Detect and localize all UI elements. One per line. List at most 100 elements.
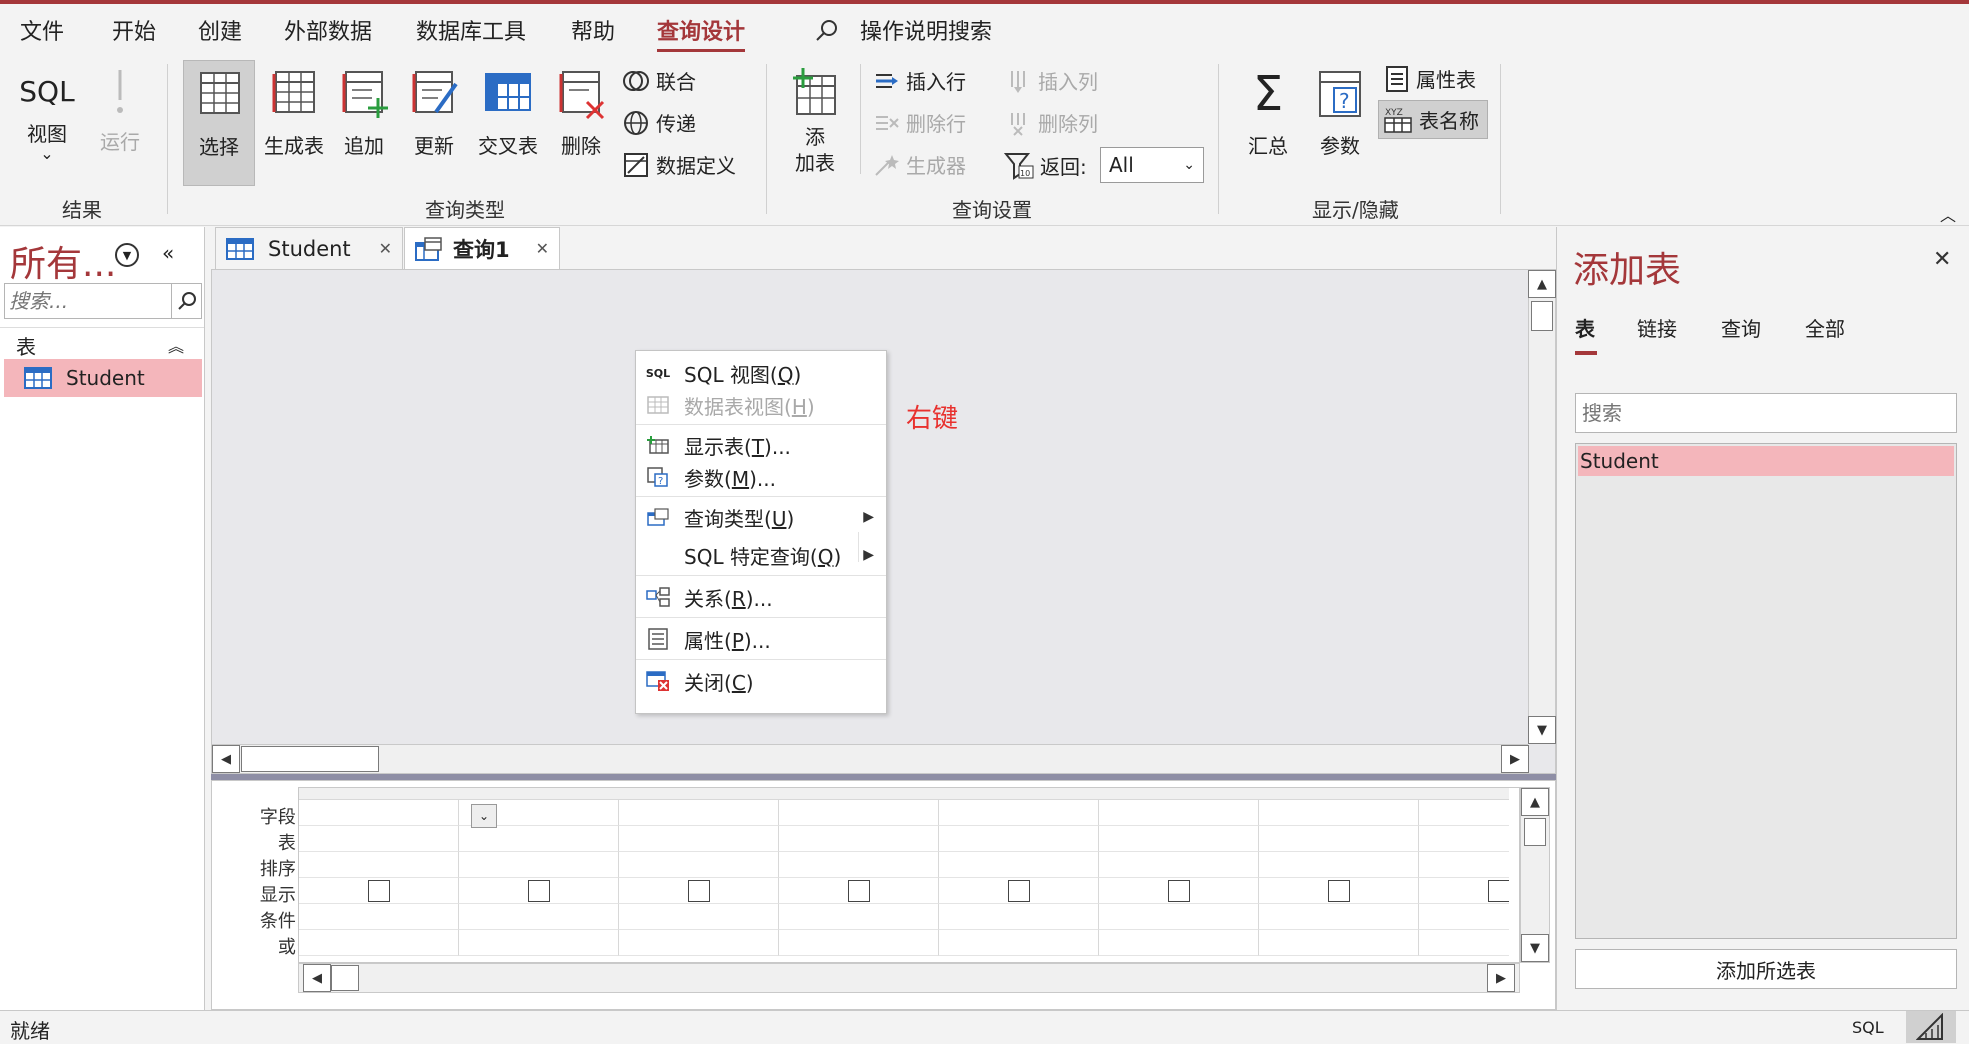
delete-column-button[interactable]: 删除列 bbox=[1004, 108, 1098, 137]
crosstab-button[interactable]: 交叉表 bbox=[472, 68, 544, 159]
scroll-down-icon[interactable]: ▼ bbox=[1528, 716, 1556, 744]
menu-item-parameters[interactable]: ? 参数(M)... bbox=[636, 461, 886, 493]
doc-tab-query1[interactable]: 查询1 ✕ bbox=[404, 227, 560, 269]
grid-vertical-scrollbar[interactable]: ▲ ▼ bbox=[1520, 787, 1550, 963]
data-definition-button[interactable]: 数据定义 bbox=[622, 150, 736, 179]
nav-item-student[interactable]: Student bbox=[4, 359, 202, 397]
grid-cell[interactable] bbox=[299, 878, 459, 904]
show-checkbox[interactable] bbox=[1488, 880, 1510, 902]
grid-cell[interactable] bbox=[1419, 878, 1519, 904]
grid-cell[interactable] bbox=[1099, 800, 1259, 826]
select-query-button[interactable]: 选择 bbox=[183, 60, 255, 186]
totals-button[interactable]: Σ 汇总 bbox=[1236, 68, 1300, 159]
grid-cell[interactable] bbox=[299, 930, 459, 956]
run-button[interactable]: 运行 bbox=[90, 68, 150, 155]
shutter-bar-close-icon[interactable]: « bbox=[162, 241, 174, 265]
grid-cell[interactable] bbox=[939, 930, 1099, 956]
grid-cell[interactable] bbox=[779, 852, 939, 878]
show-checkbox[interactable] bbox=[848, 880, 870, 902]
tab-query-design[interactable]: 查询设计 bbox=[657, 14, 746, 52]
grid-cell[interactable] bbox=[1259, 826, 1419, 852]
grid-cell[interactable] bbox=[459, 878, 619, 904]
update-button[interactable]: 更新 bbox=[404, 68, 464, 159]
scroll-thumb[interactable] bbox=[241, 746, 379, 772]
grid-cell[interactable] bbox=[1099, 904, 1259, 930]
scroll-right-icon[interactable]: ▶ bbox=[1501, 745, 1529, 773]
grid-cell[interactable] bbox=[619, 878, 779, 904]
add-table-search-input[interactable] bbox=[1575, 393, 1957, 433]
scroll-left-icon[interactable]: ◀ bbox=[212, 745, 240, 773]
grid-cell[interactable] bbox=[299, 800, 459, 826]
grid-horizontal-scrollbar[interactable]: ◀ ▶ bbox=[298, 963, 1520, 993]
grid-cell[interactable] bbox=[619, 904, 779, 930]
grid-cell[interactable] bbox=[779, 800, 939, 826]
add-selected-tables-button[interactable]: 添加所选表 bbox=[1575, 949, 1957, 989]
grid-cell[interactable] bbox=[939, 826, 1099, 852]
search-icon[interactable] bbox=[171, 284, 201, 318]
grid-cell[interactable] bbox=[459, 852, 619, 878]
builder-button[interactable]: 生成器 bbox=[872, 150, 966, 179]
grid-cell[interactable] bbox=[779, 930, 939, 956]
grid-cell[interactable] bbox=[299, 826, 459, 852]
grid-column-selectors[interactable] bbox=[299, 788, 1519, 800]
add-table-tab-queries[interactable]: 查询 bbox=[1721, 313, 1761, 342]
collapse-section-icon[interactable]: ︽ bbox=[168, 333, 184, 357]
scroll-up-icon[interactable]: ▲ bbox=[1528, 270, 1556, 298]
field-dropdown-icon[interactable]: ⌄ bbox=[471, 804, 497, 828]
return-select[interactable]: All ⌄ bbox=[1100, 147, 1204, 183]
menu-item-datasheet-view[interactable]: 数据表视图(H) bbox=[636, 389, 886, 421]
close-icon[interactable]: ✕ bbox=[379, 239, 392, 258]
grid-cell[interactable] bbox=[1259, 930, 1419, 956]
scroll-left-icon[interactable]: ◀ bbox=[303, 964, 331, 992]
make-table-button[interactable]: 生成表 bbox=[258, 68, 330, 159]
grid-cell[interactable] bbox=[939, 800, 1099, 826]
table-names-button[interactable]: XYZ 表名称 bbox=[1378, 100, 1488, 139]
grid-cell[interactable] bbox=[779, 826, 939, 852]
grid-cell[interactable] bbox=[459, 826, 619, 852]
grid-cell[interactable] bbox=[619, 800, 779, 826]
delete-query-button[interactable]: 删除 bbox=[551, 68, 611, 159]
show-checkbox[interactable] bbox=[688, 880, 710, 902]
design-grid[interactable]: ⌄ bbox=[298, 787, 1520, 963]
collapse-ribbon-icon[interactable]: ︿ bbox=[1940, 202, 1956, 226]
insert-column-button[interactable]: 插入列 bbox=[1004, 66, 1098, 95]
grid-cell[interactable] bbox=[619, 852, 779, 878]
show-checkbox[interactable] bbox=[1008, 880, 1030, 902]
add-table-tab-tables[interactable]: 表 bbox=[1575, 313, 1595, 342]
close-icon[interactable]: ✕ bbox=[1933, 247, 1951, 272]
menu-item-close[interactable]: 关闭(C) bbox=[636, 665, 886, 697]
grid-cell[interactable] bbox=[779, 904, 939, 930]
grid-cell[interactable] bbox=[939, 904, 1099, 930]
close-icon[interactable]: ✕ bbox=[536, 239, 549, 258]
tab-external-data[interactable]: 外部数据 bbox=[284, 14, 372, 46]
nav-menu-dropdown-icon[interactable]: ▼ bbox=[115, 243, 139, 267]
show-checkbox[interactable] bbox=[1328, 880, 1350, 902]
grid-cell[interactable] bbox=[1419, 930, 1519, 956]
passthrough-button[interactable]: 传递 bbox=[622, 108, 696, 137]
append-button[interactable]: 追加 bbox=[334, 68, 394, 159]
tab-create[interactable]: 创建 bbox=[198, 14, 242, 46]
design-view-button[interactable] bbox=[1906, 1011, 1956, 1043]
grid-cell[interactable] bbox=[1419, 826, 1519, 852]
tab-file[interactable]: 文件 bbox=[20, 14, 64, 46]
scroll-right-icon[interactable]: ▶ bbox=[1487, 964, 1515, 992]
tab-home[interactable]: 开始 bbox=[112, 14, 156, 46]
menu-item-sql-view[interactable]: SQL SQL 视图(Q) bbox=[636, 357, 886, 389]
scroll-thumb[interactable] bbox=[331, 965, 359, 991]
tab-help[interactable]: 帮助 bbox=[571, 14, 615, 46]
grid-cell[interactable] bbox=[1259, 852, 1419, 878]
grid-cell[interactable] bbox=[1099, 826, 1259, 852]
grid-cell[interactable] bbox=[1259, 878, 1419, 904]
tab-database-tools[interactable]: 数据库工具 bbox=[416, 14, 526, 46]
grid-cell[interactable] bbox=[779, 878, 939, 904]
scroll-up-icon[interactable]: ▲ bbox=[1521, 788, 1549, 816]
grid-cell[interactable] bbox=[619, 826, 779, 852]
grid-cell[interactable] bbox=[939, 878, 1099, 904]
add-table-list-item[interactable]: Student bbox=[1578, 446, 1954, 476]
doc-tab-student[interactable]: Student ✕ bbox=[215, 227, 403, 269]
tell-me-search[interactable]: 操作说明搜索 bbox=[860, 14, 992, 46]
menu-item-sql-specific[interactable]: SQL 特定查询(Q) ▶ bbox=[636, 539, 886, 571]
scroll-thumb[interactable] bbox=[1524, 818, 1546, 846]
horizontal-scrollbar[interactable]: ◀ ▶ bbox=[212, 744, 1529, 774]
menu-item-relationships[interactable]: 关系(R)... bbox=[636, 581, 886, 613]
